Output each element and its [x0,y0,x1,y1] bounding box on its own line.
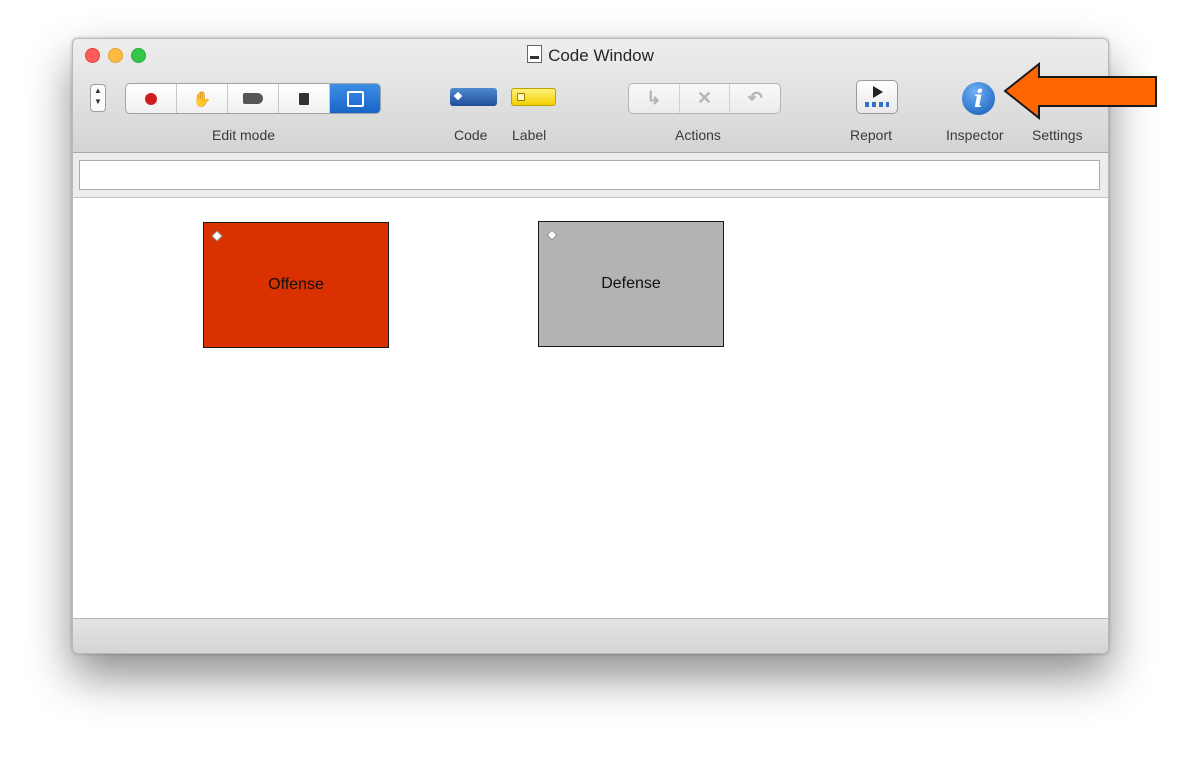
action-undo-button[interactable]: ↶ [730,84,780,113]
code-label: Code [454,127,488,143]
window-title: Code Window [548,46,654,65]
action-step-button[interactable]: ↳ [629,84,680,113]
code-box-label: Defense [601,275,661,292]
status-bar [73,618,1108,653]
label-button[interactable] [511,88,556,106]
code-window: Code Window ▲ ▼ ✋ Edit mode Code Label ↳ … [72,38,1109,654]
tag-icon [243,93,263,104]
toolbar: Code Window ▲ ▼ ✋ Edit mode Code Label ↳ … [73,39,1108,153]
code-box-defense[interactable]: Defense [538,221,724,347]
edit-mode-button[interactable] [330,84,380,113]
code-box-label: Offense [268,276,324,293]
report-label: Report [850,127,893,143]
document-icon [527,45,543,63]
code-box-offense[interactable]: Offense [203,222,389,348]
inspector-label: Inspector [946,127,1004,143]
mode-stepper[interactable]: ▲ ▼ [90,84,106,112]
inspector-info-icon[interactable]: i [962,82,995,115]
report-button[interactable] [856,80,898,114]
edit-mode-label: Edit mode [212,127,276,143]
page-icon [299,92,309,105]
search-input[interactable] [79,160,1100,190]
settings-label[interactable]: Settings [1032,127,1083,143]
actions-label: Actions [675,127,721,143]
record-mode-button[interactable] [126,84,177,113]
edit-pencil-icon [346,90,364,107]
actions-control[interactable]: ↳ ✕ ↶ [628,83,781,114]
window-title-bar: Code Window [73,45,1108,66]
tag-mode-button[interactable] [228,84,279,113]
diamond-marker-icon [546,229,558,241]
pointer-mode-button[interactable]: ✋ [177,84,228,113]
bar-chart-icon [865,102,889,107]
action-delete-button[interactable]: ✕ [680,84,731,113]
orange-arrow-annotation [1003,62,1157,120]
hand-pointer-icon: ✋ [192,90,212,108]
page-mode-button[interactable] [279,84,330,113]
edit-mode-segmented-control[interactable]: ✋ [125,83,381,114]
diamond-marker-icon [211,230,223,242]
play-icon [873,86,883,98]
record-dot-icon [145,92,157,105]
code-button[interactable] [450,88,497,106]
label-label: Label [512,127,547,143]
arrow-left-icon [1003,62,1157,120]
code-canvas[interactable]: Offense Defense [73,198,1108,618]
